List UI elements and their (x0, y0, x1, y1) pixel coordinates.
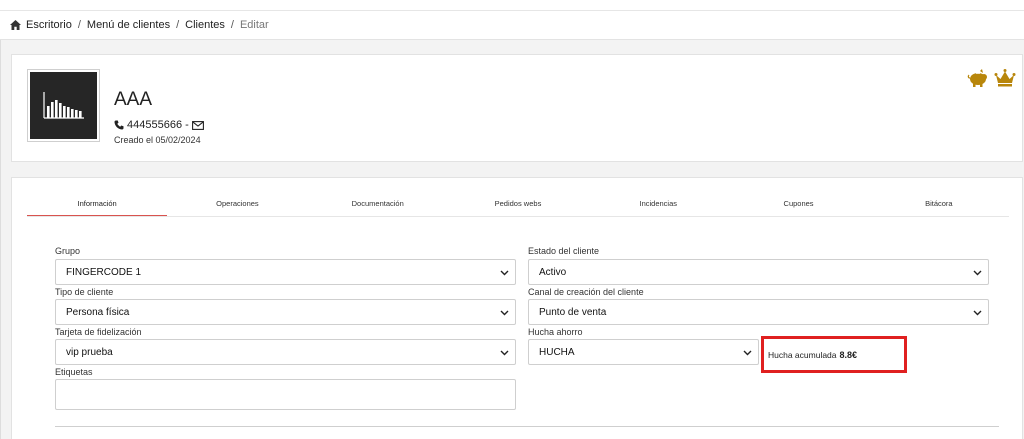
hucha-value: HUCHA (539, 346, 575, 358)
canal-select[interactable]: Punto de venta (528, 299, 989, 325)
client-created-date: Creado el 05/02/2024 (114, 135, 201, 145)
chevron-down-icon (500, 308, 509, 319)
tarjeta-value: vip prueba (66, 346, 113, 358)
window-edge (0, 0, 1, 439)
section-divider (55, 426, 999, 427)
tab-informacion[interactable]: Información (27, 194, 168, 216)
envelope-icon[interactable] (191, 120, 204, 130)
client-header-card: AAA 444555666 - Creado el 05/02/2024 (11, 54, 1023, 162)
breadcrumb-separator: / (77, 19, 81, 31)
tab-bar: Información Operaciones Documentación Pe… (27, 194, 1009, 217)
chevron-down-icon (500, 348, 509, 359)
breadcrumb-item-clientes[interactable]: Clientes (185, 19, 225, 31)
home-icon[interactable] (10, 20, 21, 30)
tab-incidencias[interactable]: Incidencias (588, 194, 728, 216)
hucha-select[interactable]: HUCHA (528, 339, 759, 365)
hucha-acumulada-label: Hucha acumulada (768, 349, 837, 360)
tab-cupones[interactable]: Cupones (728, 194, 868, 216)
breadcrumb-item-menu-clientes[interactable]: Menú de clientes (87, 19, 170, 31)
client-name: AAA (114, 89, 153, 110)
breadcrumb-separator: / (230, 19, 234, 31)
contact-separator: - (185, 119, 189, 131)
tipo-value: Persona física (66, 306, 130, 318)
breadcrumb: Escritorio / Menú de clientes / Clientes… (0, 11, 1024, 40)
canal-label: Canal de creación del cliente (528, 287, 644, 297)
tipo-select[interactable]: Persona física (55, 299, 516, 325)
breadcrumb-item-escritorio[interactable]: Escritorio (26, 19, 72, 31)
client-avatar[interactable] (27, 69, 100, 142)
tab-bitacora[interactable]: Bitácora (869, 194, 1009, 216)
breadcrumb-separator: / (176, 19, 180, 31)
chevron-down-icon (743, 348, 752, 359)
tarjeta-label: Tarjeta de fidelización (55, 327, 142, 337)
crown-icon[interactable] (994, 68, 1016, 93)
piggy-bank-icon[interactable] (967, 68, 989, 93)
estado-select[interactable]: Activo (528, 259, 989, 285)
grupo-label: Grupo (55, 246, 81, 256)
breadcrumb-item-editar: Editar (239, 19, 269, 31)
etiquetas-label: Etiquetas (55, 367, 93, 377)
client-contact-row: 444555666 - (114, 119, 204, 131)
chart-logo-icon (43, 92, 84, 119)
tab-operaciones[interactable]: Operaciones (167, 194, 307, 216)
hucha-acumulada-value: 8.8€ (839, 349, 858, 360)
tarjeta-select[interactable]: vip prueba (55, 339, 516, 365)
etiquetas-input[interactable] (55, 379, 516, 410)
canal-value: Punto de venta (539, 306, 607, 318)
tab-pedidos-webs[interactable]: Pedidos webs (448, 194, 588, 216)
client-details-card: Información Operaciones Documentación Pe… (11, 177, 1023, 439)
header-icons (967, 68, 1016, 93)
hucha-label: Hucha ahorro (528, 327, 583, 337)
tab-documentacion[interactable]: Documentación (308, 194, 448, 216)
phone-icon (114, 120, 124, 130)
estado-label: Estado del cliente (528, 246, 600, 256)
hucha-acumulada-box: Hucha acumulada 8.8€ (761, 336, 907, 373)
chevron-down-icon (973, 268, 982, 279)
tipo-label: Tipo de cliente (55, 287, 114, 297)
grupo-value: FINGERCODE 1 (66, 266, 142, 278)
chevron-down-icon (500, 268, 509, 279)
grupo-select[interactable]: FINGERCODE 1 (55, 259, 516, 285)
top-strip (0, 0, 1024, 11)
estado-value: Activo (539, 266, 567, 278)
client-phone: 444555666 (127, 119, 183, 131)
chevron-down-icon (973, 308, 982, 319)
